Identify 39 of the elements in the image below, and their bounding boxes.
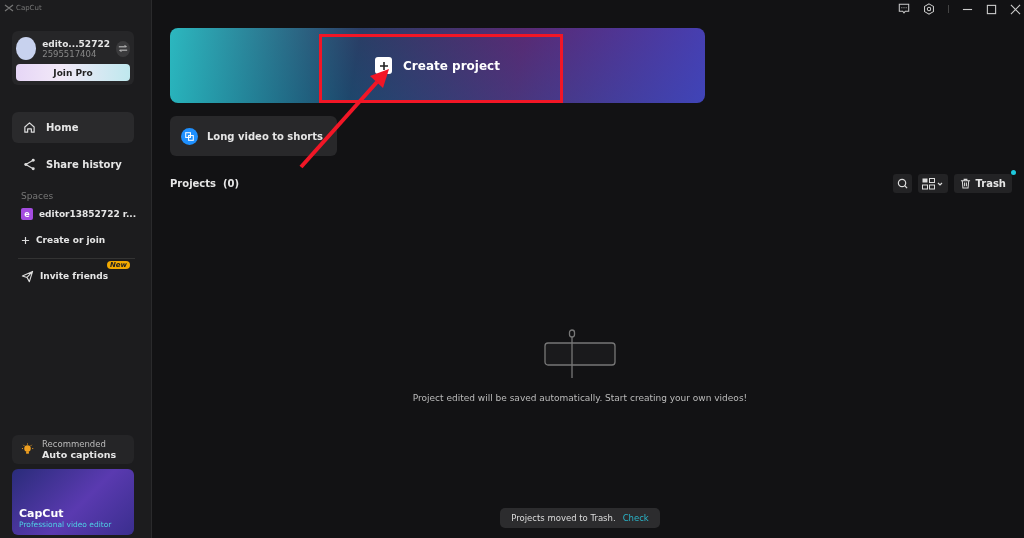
tool-button[interactable]: Long video to shorts <box>170 116 337 156</box>
create-project-banner[interactable]: Create project <box>170 28 705 103</box>
logo-icon <box>4 4 14 12</box>
close-icon[interactable] <box>1010 3 1021 15</box>
nav-item[interactable]: Share history <box>12 149 134 180</box>
account-id: 2595517404 <box>42 48 98 59</box>
share-icon <box>23 158 36 171</box>
toast-message: Projects moved to Trash. <box>511 513 616 523</box>
swap-icon <box>117 44 128 53</box>
settings-icon[interactable] <box>923 3 935 15</box>
trash-icon <box>959 178 971 189</box>
join-pro-button[interactable]: Join Pro <box>16 64 130 81</box>
feedback-icon[interactable] <box>898 3 910 15</box>
view-toggle-button[interactable] <box>917 174 948 193</box>
space-item[interactable]: e editor13852722 r... <box>12 201 141 227</box>
account-name: edito...52722 <box>42 38 110 49</box>
lightbulb-icon <box>21 443 34 456</box>
projects-heading: Projects (0) <box>170 178 240 189</box>
plus-icon <box>21 235 30 245</box>
timeline-drawing <box>544 329 616 379</box>
trash-button[interactable]: Trash <box>953 174 1012 193</box>
maximize-icon[interactable] <box>986 3 997 15</box>
empty-state-message: Project edited will be saved automatically. Start creating your own videos! <box>412 393 748 403</box>
recommended-card[interactable]: Recommended Auto captions <box>12 435 134 464</box>
home-icon <box>23 121 36 134</box>
search-button[interactable] <box>892 174 912 193</box>
paper-plane-icon <box>21 269 34 283</box>
clips-icon <box>181 127 198 145</box>
create-or-join-button[interactable]: Create or join <box>12 227 141 253</box>
avatar <box>16 37 37 60</box>
recommended-caption: Recommended <box>42 439 107 449</box>
promo-title: CapCut <box>19 507 65 520</box>
section-heading: Spaces <box>21 191 55 201</box>
search-icon <box>896 178 908 189</box>
recommended-title: Auto captions <box>42 449 117 460</box>
check-link[interactable]: Check <box>622 513 649 523</box>
nav-item[interactable]: Home <box>12 112 134 143</box>
switch-account-button[interactable] <box>115 40 130 57</box>
grid-icon <box>921 177 944 190</box>
